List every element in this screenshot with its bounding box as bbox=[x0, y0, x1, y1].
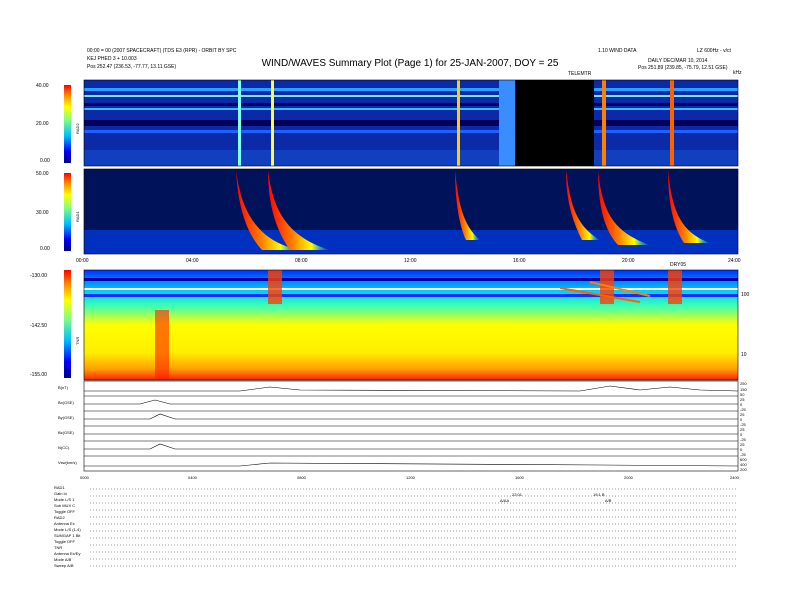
rad1-tick-bottom: 0.00 bbox=[40, 246, 50, 252]
info-row-5: RAD2 bbox=[54, 515, 65, 520]
info-row-7: Mode L/S (1-4) bbox=[54, 527, 81, 532]
time-tick-2: 08:00 bbox=[295, 258, 308, 264]
rad1-tick-mid: 30.00 bbox=[36, 210, 49, 216]
info-row-1: Gain In bbox=[54, 491, 67, 496]
info-row-9: Toggle OFF bbox=[54, 539, 75, 544]
line-rtick-0-0: 250 bbox=[740, 381, 747, 386]
tnr-tick-mid: -142.50 bbox=[30, 323, 47, 329]
info-dotted-lines bbox=[90, 488, 738, 567]
line-label-5: Vsw(km/s) bbox=[58, 460, 77, 465]
rad1-colorbar bbox=[64, 173, 71, 251]
time-tick-0: 00:00 bbox=[76, 258, 89, 264]
tnr-right-tick-100: 100 bbox=[741, 292, 750, 298]
info-note-3: A/B bbox=[605, 498, 612, 503]
rad2-colorbar bbox=[64, 85, 71, 163]
info-row-3: Sub MUX C bbox=[54, 503, 76, 508]
line-label-0: B(nT) bbox=[58, 385, 68, 390]
bottom-tick-2: 0800 bbox=[297, 475, 306, 480]
line-rtick-5-2: 200 bbox=[740, 467, 747, 472]
info-row-12: Mode A/B bbox=[54, 557, 72, 562]
bottom-tick-0: 0000 bbox=[80, 475, 89, 480]
info-row-13: Sweep A/B bbox=[54, 563, 74, 568]
rad2-tick-top: 40.00 bbox=[36, 83, 49, 89]
rad2-tick-bottom: 0.00 bbox=[40, 158, 50, 164]
info-note-2: A/AA bbox=[500, 498, 510, 503]
info-row-8: SUMGAP 1 Bit bbox=[54, 533, 81, 538]
line-label-2: By(GSE) bbox=[58, 415, 74, 420]
summary-plot bbox=[64, 79, 739, 567]
time-tick-6: 24:00 bbox=[728, 258, 741, 264]
time-tick-5: 20:00 bbox=[622, 258, 635, 264]
tnr-tick-top: -130.00 bbox=[30, 273, 47, 279]
time-tick-4: 16:00 bbox=[513, 258, 526, 264]
tnr-right-tick-10: 10 bbox=[741, 352, 747, 358]
tnr-label: TNR bbox=[75, 336, 80, 345]
line-label-3: Bz(GSE) bbox=[58, 430, 74, 435]
rad1-tick-top: 50.00 bbox=[36, 171, 49, 177]
line-label-4: N(CC) bbox=[58, 445, 70, 450]
line-panels bbox=[83, 380, 739, 472]
tnr-spectrogram bbox=[84, 270, 738, 380]
line-label-1: Bx(GSE) bbox=[58, 400, 74, 405]
info-row-11: Antenna Ex/Ey bbox=[54, 551, 81, 556]
rad1-spectrogram bbox=[84, 169, 738, 254]
time-tick-3: 12:00 bbox=[404, 258, 417, 264]
bottom-tick-1: 0400 bbox=[188, 475, 197, 480]
rad2-label: RAD2 bbox=[75, 123, 80, 134]
info-row-0: RAD1 bbox=[54, 485, 65, 490]
time-tick-1: 04:00 bbox=[186, 258, 199, 264]
info-row-2: Mode L/S 1 bbox=[54, 497, 75, 502]
info-row-4: Toggle OFF bbox=[54, 509, 75, 514]
info-row-6: Antenna Ex bbox=[54, 521, 75, 526]
info-note-0: 22:01 bbox=[512, 492, 523, 497]
tnr-tick-bottom: -155.00 bbox=[30, 372, 47, 378]
info-row-10: TNR bbox=[54, 545, 63, 550]
rad2-spectrogram bbox=[84, 80, 738, 166]
bottom-tick-3: 1200 bbox=[406, 475, 415, 480]
bottom-tick-4: 1600 bbox=[515, 475, 524, 480]
rad1-label: RAD1 bbox=[75, 211, 80, 222]
bottom-tick-5: 2000 bbox=[624, 475, 633, 480]
rad2-tick-mid: 20.00 bbox=[36, 121, 49, 127]
info-note-1: 19:1 B bbox=[593, 492, 605, 497]
time-extra-label: DRY05 bbox=[670, 262, 687, 268]
tnr-colorbar bbox=[64, 270, 71, 378]
bottom-tick-6: 2400 bbox=[730, 475, 739, 480]
